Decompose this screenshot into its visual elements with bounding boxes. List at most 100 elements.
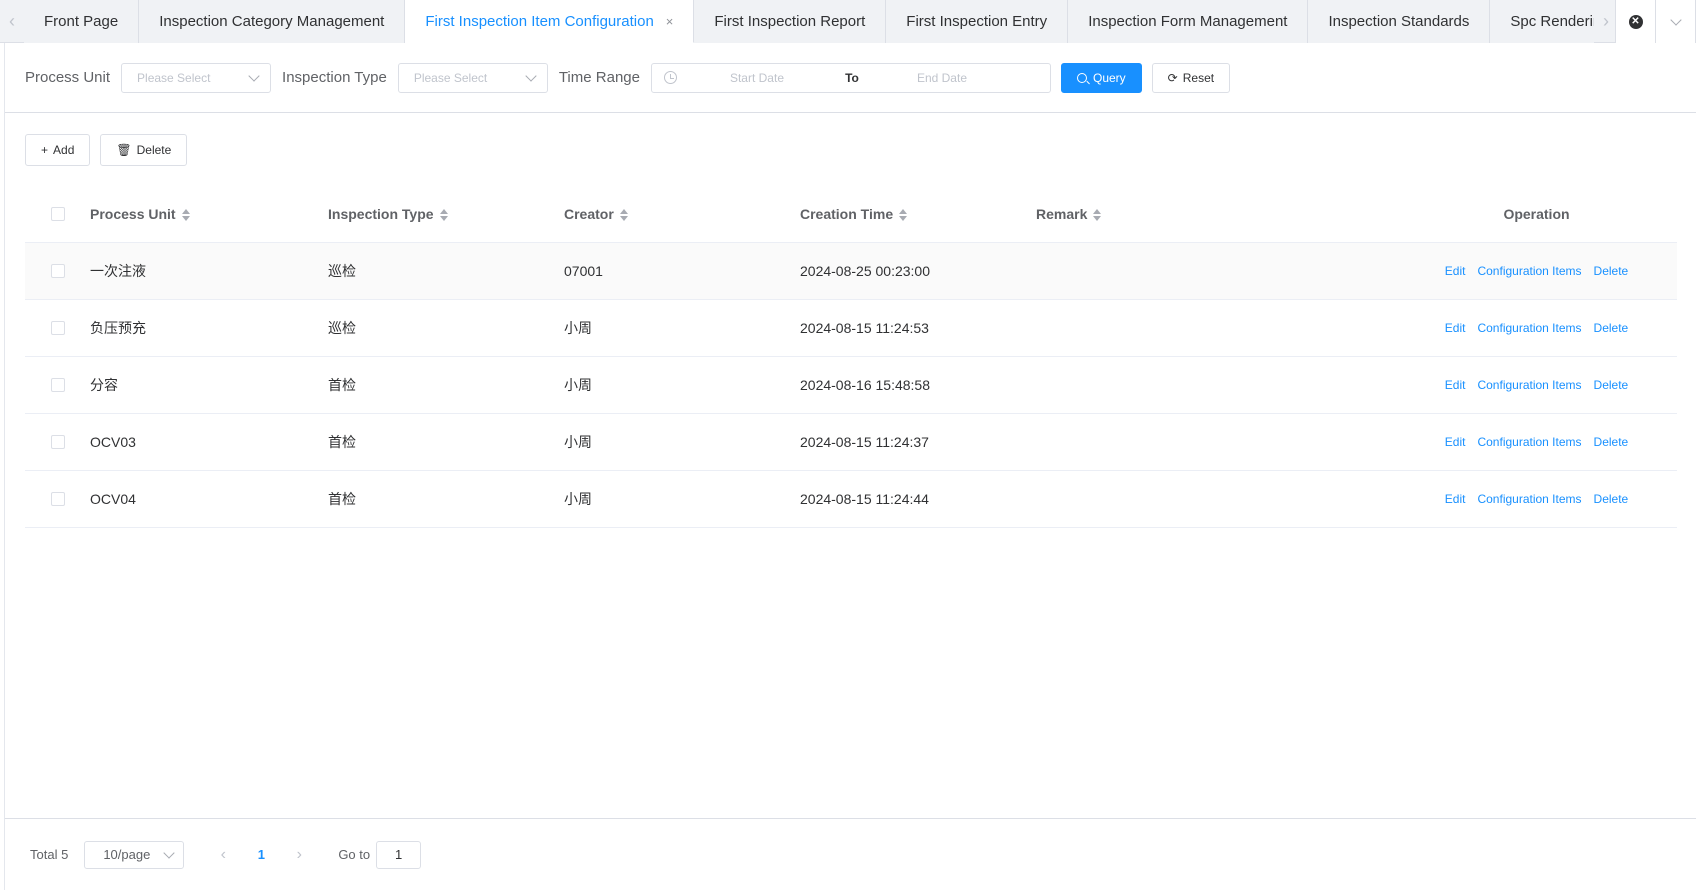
inspection-type-select[interactable]: Please Select bbox=[397, 62, 548, 93]
close-tab-icon[interactable]: × bbox=[666, 14, 674, 29]
cell-operation: Edit Configuration Items Delete bbox=[1396, 264, 1677, 278]
goto-page-input[interactable]: 1 bbox=[376, 840, 422, 869]
query-button[interactable]: Query bbox=[1060, 62, 1142, 93]
close-circle-icon: ✕ bbox=[1628, 14, 1643, 29]
header-creation-time[interactable]: Creation Time bbox=[800, 206, 1036, 222]
goto-page: Go to 1 bbox=[338, 840, 422, 869]
total-count: Total 5 bbox=[30, 847, 69, 862]
goto-label: Go to bbox=[338, 847, 371, 862]
table-row[interactable]: OCV04 首检 小周 2024-08-15 11:24:44 Edit Configur… bbox=[25, 471, 1677, 528]
app-frame: ‹ Front Page Inspection Category Manageme… bbox=[0, 0, 1696, 890]
row-checkbox[interactable] bbox=[50, 435, 65, 449]
row-checkbox[interactable] bbox=[50, 492, 65, 506]
tab-item[interactable]: Front Page bbox=[24, 0, 140, 43]
cell-process-unit: 负压预充 bbox=[90, 320, 146, 336]
cell-operation: Edit Configuration Items Delete bbox=[1396, 378, 1677, 392]
refresh-icon: ⟳ bbox=[1167, 70, 1178, 85]
cell-operation: Edit Configuration Items Delete bbox=[1396, 435, 1677, 449]
delete-link[interactable]: Delete bbox=[1594, 492, 1629, 506]
table-header: Process Unit Inspection Type Creator Cre… bbox=[25, 186, 1677, 243]
cell-creator: 小周 bbox=[564, 434, 592, 450]
tab-label: Inspection Category Management bbox=[159, 13, 385, 30]
edit-link[interactable]: Edit bbox=[1445, 264, 1466, 278]
delete-link[interactable]: Delete bbox=[1594, 321, 1629, 335]
sort-icon[interactable] bbox=[1093, 209, 1102, 222]
range-separator: To bbox=[845, 70, 859, 85]
data-table: Process Unit Inspection Type Creator Cre… bbox=[25, 186, 1677, 528]
edit-link[interactable]: Edit bbox=[1445, 378, 1466, 392]
header-label: Process Unit bbox=[90, 206, 176, 222]
tab-item[interactable]: First Inspection Entry bbox=[886, 0, 1069, 43]
process-unit-select[interactable]: Please Select bbox=[121, 62, 272, 93]
next-page-icon[interactable]: › bbox=[280, 846, 318, 864]
select-all-checkbox[interactable] bbox=[50, 207, 65, 221]
row-checkbox[interactable] bbox=[50, 378, 65, 392]
delete-link[interactable]: Delete bbox=[1594, 264, 1629, 278]
tab-item[interactable]: Inspection Standards bbox=[1308, 0, 1491, 43]
reset-button[interactable]: ⟳ Reset bbox=[1151, 62, 1231, 93]
configuration-items-link[interactable]: Configuration Items bbox=[1477, 264, 1581, 278]
delete-link[interactable]: Delete bbox=[1594, 435, 1629, 449]
header-label: Creator bbox=[564, 206, 614, 222]
chevron-down-icon bbox=[163, 846, 175, 859]
delete-button-label: Delete bbox=[136, 143, 172, 157]
cell-process-unit: 分容 bbox=[90, 377, 118, 393]
cell-inspection-type: 首检 bbox=[328, 434, 356, 450]
page-number-current[interactable]: 1 bbox=[242, 847, 280, 862]
page-size-select[interactable]: 10/page bbox=[84, 840, 185, 869]
trash-icon: 🗑 bbox=[116, 143, 132, 157]
time-range-picker[interactable]: Start Date To End Date bbox=[650, 62, 1051, 93]
left-sidebar-edge bbox=[0, 0, 5, 890]
cell-inspection-type: 首检 bbox=[328, 491, 356, 507]
sort-icon[interactable] bbox=[439, 209, 448, 222]
close-all-tabs-button[interactable]: ✕ bbox=[1616, 0, 1656, 43]
add-button[interactable]: + Add bbox=[25, 134, 91, 166]
tab-item[interactable]: Inspection Category Management bbox=[139, 0, 406, 43]
configuration-items-link[interactable]: Configuration Items bbox=[1477, 492, 1581, 506]
cell-process-unit: OCV04 bbox=[90, 491, 136, 507]
process-unit-placeholder: Please Select bbox=[137, 70, 211, 85]
row-checkbox[interactable] bbox=[50, 321, 65, 335]
delete-link[interactable]: Delete bbox=[1594, 378, 1629, 392]
row-checkbox[interactable] bbox=[50, 264, 65, 278]
end-date-input[interactable]: End Date bbox=[867, 71, 1017, 85]
tabs-dropdown-button[interactable] bbox=[1656, 0, 1696, 43]
query-button-label: Query bbox=[1092, 70, 1126, 85]
configuration-items-link[interactable]: Configuration Items bbox=[1477, 321, 1581, 335]
tabs-controls: ✕ bbox=[1615, 0, 1696, 43]
header-inspection-type[interactable]: Inspection Type bbox=[328, 206, 564, 222]
table-row[interactable]: 负压预充 巡检 小周 2024-08-15 11:24:53 Edit Configura… bbox=[25, 300, 1677, 357]
header-label: Creation Time bbox=[800, 206, 894, 222]
sort-icon[interactable] bbox=[899, 209, 908, 222]
clock-icon bbox=[663, 71, 677, 84]
chevron-down-icon bbox=[248, 69, 260, 82]
table-row[interactable]: OCV03 首检 小周 2024-08-15 11:24:37 Edit Configur… bbox=[25, 414, 1677, 471]
prev-page-icon[interactable]: ‹ bbox=[204, 846, 242, 864]
table-row[interactable]: 一次注液 巡检 07001 2024-08-25 00:23:00 Edit Config… bbox=[25, 243, 1677, 300]
tabs-scroll-left-icon[interactable]: ‹ bbox=[0, 0, 24, 43]
edit-link[interactable]: Edit bbox=[1445, 492, 1466, 506]
sort-icon[interactable] bbox=[181, 209, 190, 222]
tab-item[interactable]: First Inspection Report bbox=[694, 0, 887, 43]
tab-item[interactable]: Spc Rendering Condit bbox=[1490, 0, 1594, 43]
start-date-input[interactable]: Start Date bbox=[677, 71, 837, 85]
header-operation: Operation bbox=[1503, 206, 1570, 222]
header-process-unit[interactable]: Process Unit bbox=[90, 206, 328, 222]
inspection-type-placeholder: Please Select bbox=[413, 70, 488, 85]
edit-link[interactable]: Edit bbox=[1445, 321, 1466, 335]
tab-label: Spc Rendering Condit bbox=[1510, 13, 1594, 30]
edit-link[interactable]: Edit bbox=[1445, 435, 1466, 449]
cell-creator: 小周 bbox=[564, 491, 592, 507]
sort-icon[interactable] bbox=[619, 209, 628, 222]
delete-button[interactable]: 🗑 Delete bbox=[100, 134, 188, 166]
configuration-items-link[interactable]: Configuration Items bbox=[1477, 435, 1581, 449]
cell-creation-time: 2024-08-16 15:48:58 bbox=[800, 377, 930, 393]
row-checkbox-cell bbox=[25, 264, 90, 278]
tab-item[interactable]: Inspection Form Management bbox=[1068, 0, 1309, 43]
configuration-items-link[interactable]: Configuration Items bbox=[1477, 378, 1581, 392]
tab-item[interactable]: First Inspection Item Configuration × bbox=[405, 0, 695, 43]
row-checkbox-cell bbox=[25, 321, 90, 335]
table-row[interactable]: 分容 首检 小周 2024-08-16 15:48:58 Edit Configurati… bbox=[25, 357, 1677, 414]
header-creator[interactable]: Creator bbox=[564, 206, 800, 222]
header-remark[interactable]: Remark bbox=[1036, 206, 1396, 222]
